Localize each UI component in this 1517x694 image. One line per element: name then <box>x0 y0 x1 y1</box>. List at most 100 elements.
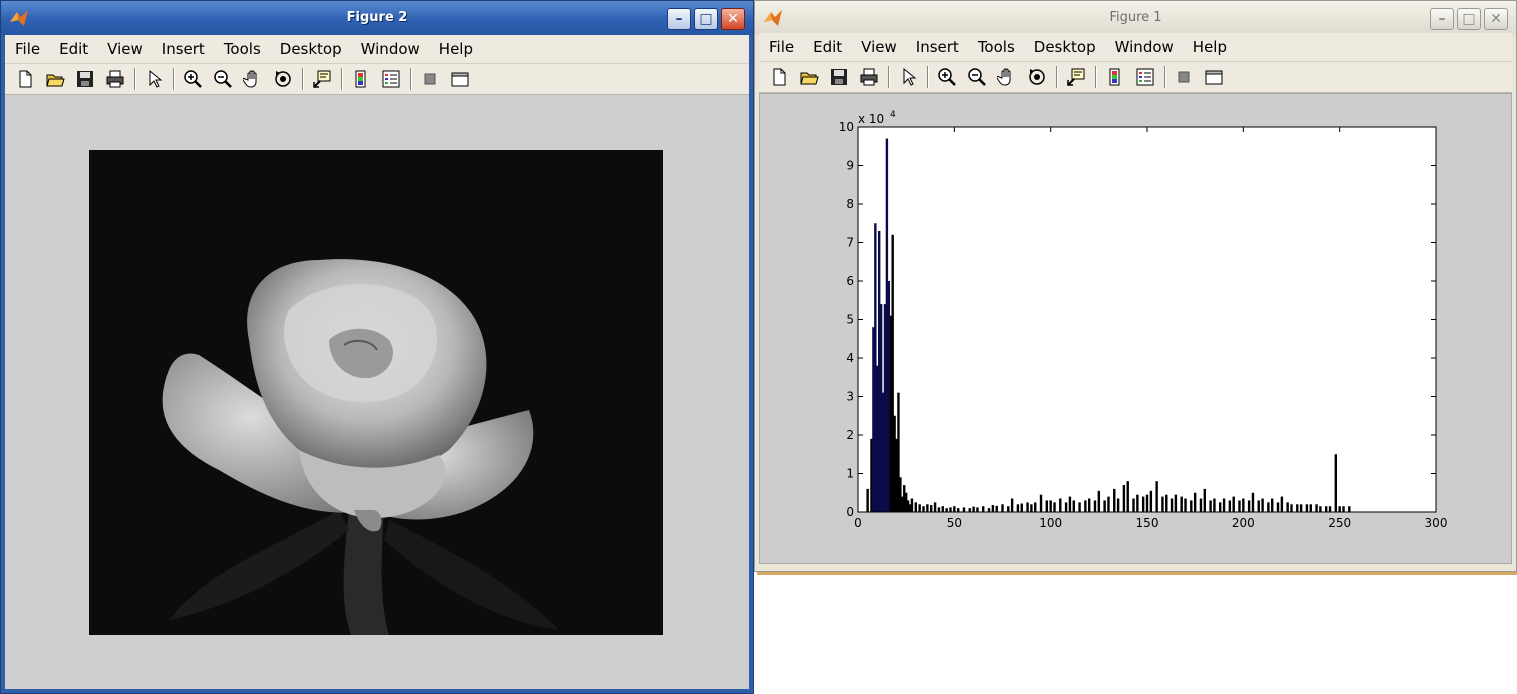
histogram-bar <box>1064 502 1068 513</box>
save-button[interactable] <box>825 65 853 89</box>
menu-insert[interactable]: Insert <box>162 40 205 58</box>
data-cursor-button[interactable] <box>1062 65 1090 89</box>
menu-desktop[interactable]: Desktop <box>1034 38 1096 56</box>
menu-view[interactable]: View <box>861 38 897 56</box>
histogram-bar <box>1078 502 1081 513</box>
histogram-bar <box>1007 506 1010 512</box>
menu-window[interactable]: Window <box>1115 38 1174 56</box>
colorbar-button[interactable] <box>1101 65 1129 89</box>
histogram-bar <box>1184 498 1187 512</box>
histogram-bar <box>1180 496 1183 512</box>
rose-grayscale-image <box>89 150 663 635</box>
histogram-bar <box>968 508 971 512</box>
menu-file[interactable]: File <box>769 38 794 56</box>
data-cursor-icon <box>1067 68 1085 86</box>
pan-hand-icon <box>997 68 1011 86</box>
select-button[interactable] <box>894 65 922 89</box>
x-tick-label: 150 <box>1136 516 1159 530</box>
histogram-bar <box>1222 498 1226 512</box>
minimize-button[interactable]: – <box>667 8 691 30</box>
histogram-bar <box>1072 500 1075 512</box>
histogram-bar <box>1213 498 1216 512</box>
open-button[interactable] <box>795 65 823 89</box>
histogram-bar <box>1113 488 1116 512</box>
y-tick-label: 1 <box>846 467 854 481</box>
print-button[interactable] <box>101 67 129 91</box>
histogram-bar <box>1039 494 1043 512</box>
zoom-out-button[interactable] <box>209 67 237 91</box>
zoom-out-button[interactable] <box>963 65 991 89</box>
histogram-bar <box>1126 481 1129 512</box>
maximize-button[interactable]: □ <box>1457 8 1481 30</box>
figure2-titlebar[interactable]: Figure 2 – □ ✕ <box>1 1 753 35</box>
histogram-bar <box>941 506 944 512</box>
histogram-bar <box>1016 504 1020 512</box>
close-button[interactable]: ✕ <box>721 8 745 30</box>
menu-edit[interactable]: Edit <box>59 40 88 58</box>
print-button[interactable] <box>855 65 883 89</box>
rotate-button[interactable] <box>269 67 297 91</box>
menu-file[interactable]: File <box>15 40 40 58</box>
rotate-button[interactable] <box>1023 65 1051 89</box>
histogram-bar <box>1219 502 1222 513</box>
toolbar-separator <box>1056 66 1057 88</box>
x-tick-label: 100 <box>1039 516 1062 530</box>
figure2-toolbar <box>5 63 749 95</box>
menu-window[interactable]: Window <box>361 40 420 58</box>
menu-edit[interactable]: Edit <box>813 38 842 56</box>
new-file-button[interactable] <box>11 67 39 91</box>
menu-tools[interactable]: Tools <box>978 38 1015 56</box>
hide-plot-tools-button[interactable] <box>416 67 444 91</box>
histogram-bar <box>914 502 917 513</box>
histogram-bar <box>933 502 937 513</box>
window-title: Figure 1 <box>1109 10 1162 25</box>
menu-help[interactable]: Help <box>439 40 473 58</box>
figure2-window: Figure 2 – □ ✕ File Edit View Insert Too… <box>0 0 754 694</box>
y-tick-label: 4 <box>846 351 854 365</box>
legend-button[interactable] <box>1131 65 1159 89</box>
pan-button[interactable] <box>993 65 1021 89</box>
histogram-bar <box>1097 490 1101 512</box>
new-file-button[interactable] <box>765 65 793 89</box>
menu-insert[interactable]: Insert <box>916 38 959 56</box>
close-button[interactable]: ✕ <box>1484 8 1508 30</box>
histogram-bar <box>991 505 995 512</box>
menu-view[interactable]: View <box>107 40 143 58</box>
histogram-bar <box>1103 500 1106 512</box>
show-plot-tools-button[interactable] <box>1200 65 1228 89</box>
menu-tools[interactable]: Tools <box>224 40 261 58</box>
zoom-in-button[interactable] <box>179 67 207 91</box>
menu-help[interactable]: Help <box>1193 38 1227 56</box>
histogram-bar <box>1203 488 1206 512</box>
menu-desktop[interactable]: Desktop <box>280 40 342 58</box>
hide-plot-tools-button[interactable] <box>1170 65 1198 89</box>
zoom-in-button[interactable] <box>933 65 961 89</box>
histogram-bar <box>1267 502 1270 513</box>
toolbar-separator <box>927 66 928 88</box>
histogram-bar <box>1296 504 1299 512</box>
select-button[interactable] <box>140 67 168 91</box>
rotate-3d-icon <box>1029 69 1045 85</box>
colorbar-button[interactable] <box>347 67 375 91</box>
print-icon <box>106 70 124 88</box>
figure1-titlebar[interactable]: Figure 1 – □ ✕ <box>755 1 1516 35</box>
open-folder-icon <box>800 72 819 85</box>
figure1-canvas: 0 50 100 150 200 250 300 0 1 2 3 4 5 6 7 8 9 10 x 10 4 <box>759 93 1512 564</box>
histogram-bar <box>1271 498 1274 512</box>
figure2-menubar: File Edit View Insert Tools Desktop Wind… <box>5 35 749 63</box>
open-folder-icon <box>46 74 65 87</box>
histogram-bar <box>1045 500 1049 512</box>
show-plot-tools-button[interactable] <box>446 67 474 91</box>
y-exponent-power: 4 <box>890 110 896 120</box>
data-cursor-button[interactable] <box>308 67 336 91</box>
rotate-3d-icon <box>275 71 291 87</box>
maximize-button[interactable]: □ <box>694 8 718 30</box>
minimize-button[interactable]: – <box>1430 8 1454 30</box>
legend-button[interactable] <box>377 67 405 91</box>
histogram-bar <box>1190 500 1193 512</box>
open-button[interactable] <box>41 67 69 91</box>
new-file-icon <box>19 70 32 88</box>
x-tick-label: 250 <box>1328 516 1351 530</box>
save-button[interactable] <box>71 67 99 91</box>
pan-button[interactable] <box>239 67 267 91</box>
